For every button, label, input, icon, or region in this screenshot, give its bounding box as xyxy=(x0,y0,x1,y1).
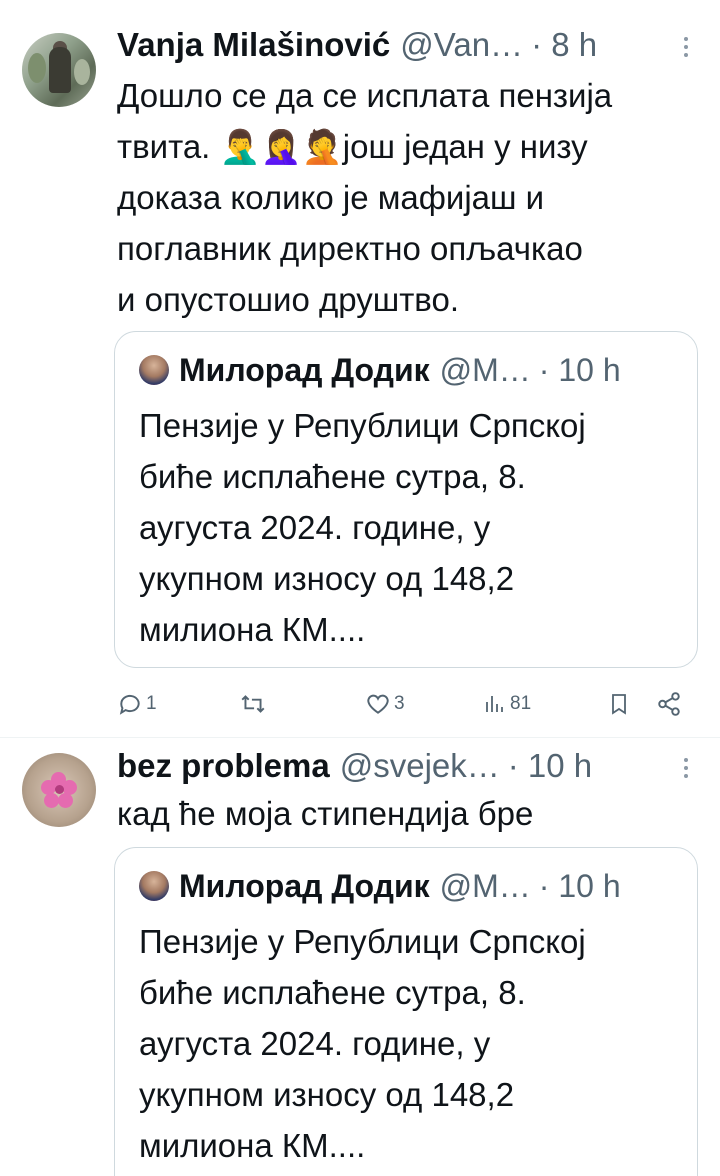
bookmark-icon xyxy=(612,694,626,715)
avatar xyxy=(139,355,169,385)
views-button[interactable]: 81 xyxy=(483,688,531,720)
tweet[interactable]: Vanja Milašinović @Van… · 8 h Дошло се д… xyxy=(0,0,720,737)
timestamp[interactable]: · 10 h xyxy=(508,747,592,785)
tweet-header: bez problema @svejek… · 10 h xyxy=(117,746,592,786)
author-handle[interactable]: @Van… xyxy=(400,26,523,64)
like-count: 3 xyxy=(394,693,405,714)
author-handle[interactable]: @svejek… xyxy=(340,747,500,785)
like-button[interactable]: 3 xyxy=(365,688,405,720)
more-icon[interactable] xyxy=(682,756,690,780)
author-name: Милорад Додик xyxy=(179,867,430,904)
timestamp[interactable]: · 8 h xyxy=(531,26,597,64)
tweet-text: Дошло се да се исплата пензија твита. 🤦‍… xyxy=(117,77,613,318)
tweet-text: кад ће моја стипендија бре xyxy=(117,795,534,832)
quoted-tweet[interactable]: Милорад Додик @M… · 10 h Пензије у Репуб… xyxy=(114,847,698,1176)
avatar[interactable] xyxy=(22,753,96,827)
tweet[interactable]: bez problema @svejek… · 10 h кад ће моја… xyxy=(0,738,720,1176)
avatar[interactable] xyxy=(22,33,96,107)
reply-button[interactable]: 1 xyxy=(117,688,157,720)
timestamp: · 10 h xyxy=(538,867,621,904)
quoted-tweet[interactable]: Милорад Додик @M… · 10 h Пензије у Репуб… xyxy=(114,331,698,668)
views-icon xyxy=(486,696,503,712)
share-button[interactable] xyxy=(655,688,683,720)
flower-icon xyxy=(41,772,77,808)
bookmark-button[interactable] xyxy=(607,688,631,720)
share-icon xyxy=(658,692,680,716)
reply-icon xyxy=(119,694,140,715)
heart-icon xyxy=(367,694,389,714)
author-handle: @M… xyxy=(439,867,531,904)
author-name[interactable]: Vanja Milašinović xyxy=(117,26,390,64)
reply-count: 1 xyxy=(146,693,157,714)
action-bar: 1 3 81 xyxy=(117,688,697,720)
quote-header: Милорад Додик @M… · 10 h xyxy=(139,350,621,390)
avatar xyxy=(139,871,169,901)
quote-header: Милорад Додик @M… · 10 h xyxy=(139,866,621,906)
quote-text: Пензије у Републици Српској биће исплаће… xyxy=(139,407,586,648)
quote-text: Пензије у Републици Српској биће исплаће… xyxy=(139,923,586,1164)
author-name: Милорад Додик xyxy=(179,351,430,388)
tweet-header: Vanja Milašinović @Van… · 8 h xyxy=(117,25,597,65)
retweet-button[interactable] xyxy=(239,688,270,720)
views-count: 81 xyxy=(510,693,532,714)
author-handle: @M… xyxy=(439,351,531,388)
retweet-icon xyxy=(241,695,265,713)
timestamp: · 10 h xyxy=(538,351,621,388)
more-icon[interactable] xyxy=(682,35,690,59)
author-name[interactable]: bez problema xyxy=(117,747,330,785)
